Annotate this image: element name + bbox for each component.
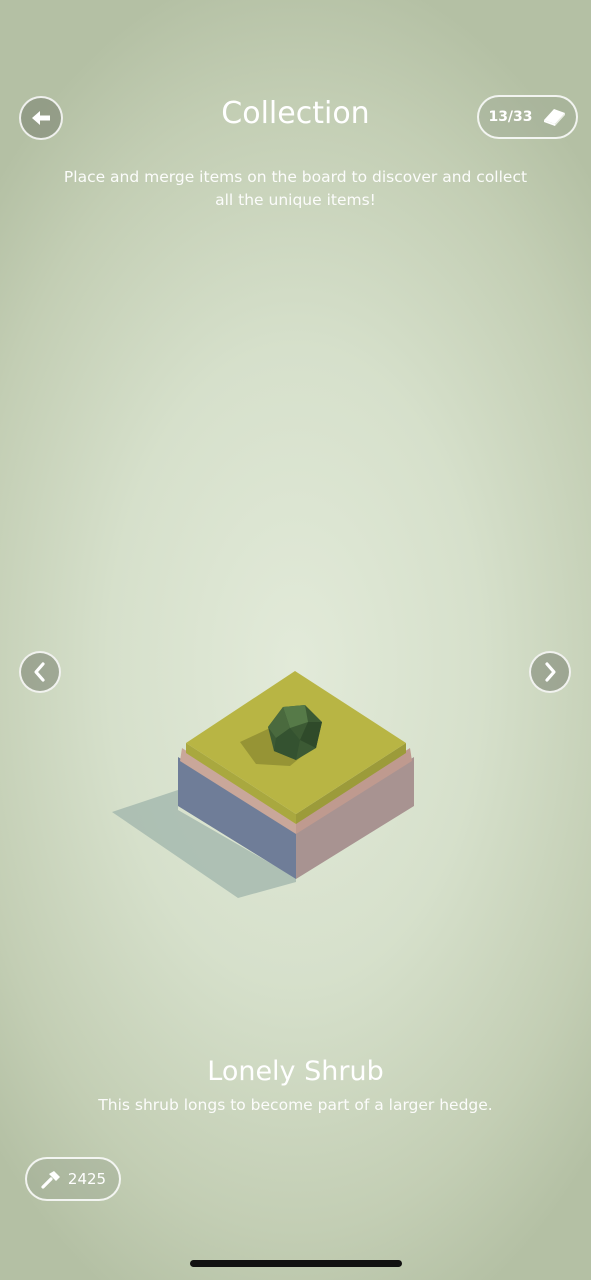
hammer-count: 2425 — [67, 1170, 107, 1188]
hammer-icon — [41, 1171, 60, 1189]
home-indicator[interactable] — [190, 1260, 402, 1267]
item-description: This shrub longs to become part of a lar… — [98, 1096, 493, 1114]
hammer-currency-button[interactable]: 2425 — [25, 1157, 121, 1201]
item-3d-preview — [112, 671, 414, 898]
item-name: Lonely Shrub — [207, 1056, 384, 1087]
